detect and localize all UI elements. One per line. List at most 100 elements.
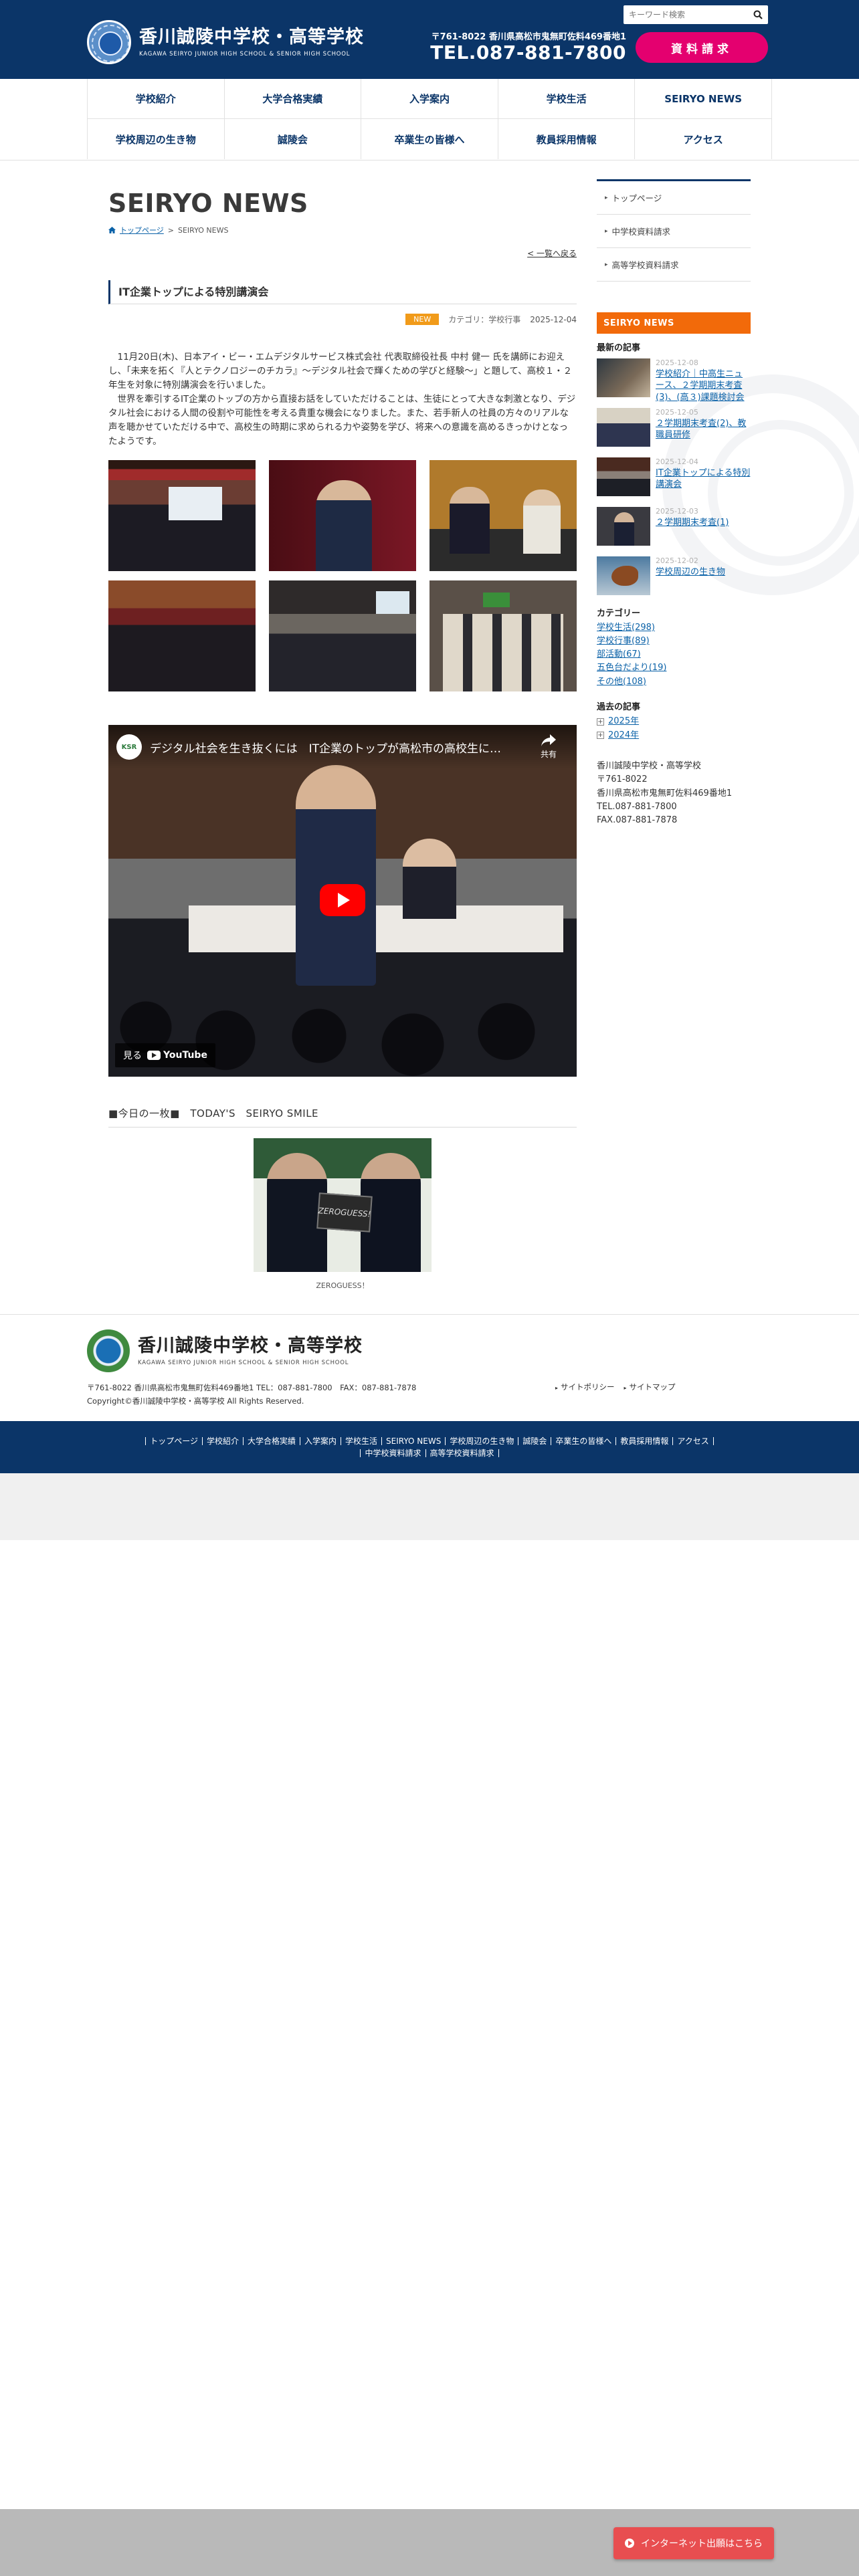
nav-item-alumni[interactable]: 卒業生の皆様へ: [361, 119, 498, 159]
sidebar-news-header: SEIRYO NEWS: [597, 312, 751, 334]
recent-article-link[interactable]: 学校紹介｜中高生ニュース、２学期期末考査(3)、(高３)課題検討会: [656, 368, 751, 404]
nav-item-school-life[interactable]: 学校生活: [497, 79, 635, 118]
recent-article-date: 2025-12-02: [656, 556, 698, 565]
category-label: カテゴリー: [597, 609, 641, 619]
recent-article-link[interactable]: 学校周辺の生き物: [656, 566, 725, 578]
footer-nav-item[interactable]: 中学校資料請求: [360, 1449, 425, 1457]
gallery-photo[interactable]: [269, 580, 416, 692]
article-thumbnail[interactable]: [597, 457, 650, 496]
search-input[interactable]: [624, 6, 748, 23]
footer-nav-item[interactable]: 卒業生の皆様へ: [551, 1437, 615, 1445]
todays-smile-photo[interactable]: ZEROGUESS!: [254, 1138, 432, 1273]
archive-link[interactable]: 2025年: [608, 715, 639, 729]
article-date: 2025-12-04: [530, 314, 577, 324]
breadcrumb-separator: >: [167, 225, 174, 235]
footer-nav-item[interactable]: アクセス: [672, 1437, 714, 1445]
expand-icon[interactable]: +: [597, 718, 604, 726]
archive-list: + 2025年 + 2024年: [597, 715, 751, 743]
gallery-photo[interactable]: [430, 580, 577, 692]
expand-icon[interactable]: +: [597, 732, 604, 740]
online-application-button[interactable]: インターネット出願はこちら: [613, 2527, 774, 2559]
article-thumbnail[interactable]: [597, 556, 650, 595]
footer-nav-item[interactable]: 誠陵会: [518, 1437, 551, 1445]
back-to-list-link[interactable]: < 一覧へ戻る: [527, 249, 577, 258]
category-link[interactable]: 五色台だより(19): [597, 661, 751, 675]
youtube-video-player[interactable]: KSR デジタル社会を生き抜くには IT企業のトップが高松市の高校生に… 共有 …: [108, 725, 577, 1077]
gallery-photo[interactable]: [108, 580, 256, 692]
footer-nav-item[interactable]: 大学合格実績: [242, 1437, 300, 1445]
category-link[interactable]: 学校生活(298): [597, 621, 751, 635]
article-meta: NEW カテゴリ：学校行事 2025-12-04: [108, 314, 577, 325]
gallery-photo[interactable]: [269, 460, 416, 572]
list-item[interactable]: 2025-12-05 ２学期期末考査(2)、教職員研修: [597, 408, 751, 448]
recent-article-link[interactable]: IT企業トップによる特別講演会: [656, 467, 751, 491]
footer-nav-item[interactable]: トップページ: [145, 1437, 202, 1445]
watch-on-label: 見る: [123, 1051, 142, 1062]
recent-article-link[interactable]: ２学期期末考査(2)、教職員研修: [656, 418, 751, 441]
school-emblem-icon: [87, 1329, 130, 1372]
footer-nav-item[interactable]: 高等学校資料請求: [425, 1449, 499, 1457]
gallery-photo[interactable]: [430, 460, 577, 572]
nav-item-local-wildlife[interactable]: 学校周辺の生き物: [87, 119, 224, 159]
list-item[interactable]: 2025-12-03 ２学期期末考査(1): [597, 507, 751, 547]
youtube-icon: [147, 1051, 161, 1061]
sidebar-address: 香川誠陵中学校・高等学校 〒761-8022 香川県高松市鬼無町佐料469番地1…: [597, 760, 751, 827]
breadcrumb-home-link[interactable]: トップページ: [120, 225, 164, 235]
article-category: カテゴリ：学校行事: [448, 315, 521, 324]
article-thumbnail[interactable]: [597, 507, 650, 546]
article-thumbnail[interactable]: [597, 358, 650, 397]
site-header: 香川誠陵中学校・高等学校 KAGAWA SEIRYO JUNIOR HIGH S…: [0, 0, 859, 79]
sidebar-link-senior-materials[interactable]: 高等学校資料請求: [597, 248, 751, 282]
footer-nav-item[interactable]: 学校生活: [341, 1437, 381, 1445]
breadcrumb-current: SEIRYO NEWS: [178, 225, 229, 235]
list-item[interactable]: 2025-12-08 学校紹介｜中高生ニュース、２学期期末考査(3)、(高３)課…: [597, 358, 751, 403]
category-link[interactable]: その他(108): [597, 675, 751, 689]
breadcrumb: トップページ > SEIRYO NEWS: [108, 225, 577, 235]
video-title[interactable]: デジタル社会を生き抜くには IT企業のトップが高松市の高校生に…: [150, 739, 529, 756]
watch-on-youtube-button[interactable]: 見る YouTube: [115, 1043, 215, 1068]
request-materials-button[interactable]: 資料請求: [636, 32, 768, 63]
new-badge: NEW: [405, 314, 440, 325]
archive-link[interactable]: 2024年: [608, 729, 639, 743]
sidebar-link-top[interactable]: トップページ: [597, 181, 751, 215]
nav-item-seiryokai[interactable]: 誠陵会: [223, 119, 361, 159]
footer-info: 香川誠陵中学校・高等学校 KAGAWA SEIRYO JUNIOR HIGH S…: [0, 1314, 859, 1421]
nav-item-recruitment[interactable]: 教員採用情報: [497, 119, 635, 159]
nav-item-seiryo-news[interactable]: SEIRYO NEWS: [634, 79, 772, 118]
nav-item-access[interactable]: アクセス: [634, 119, 772, 159]
article-body: 11月20日(木)、日本アイ・ビー・エムデジタルサービス株式会社 代表取締役社長…: [108, 350, 577, 448]
footer-nav-item[interactable]: 学校周辺の生き物: [445, 1437, 518, 1445]
category-link[interactable]: 学校行事(89): [597, 635, 751, 648]
recent-article-link[interactable]: ２学期期末考査(1): [656, 517, 729, 529]
site-policy-link[interactable]: サイトポリシー: [555, 1382, 615, 1392]
play-button[interactable]: [320, 884, 365, 917]
archive-item: + 2024年: [597, 729, 751, 743]
youtube-wordmark: YouTube: [163, 1050, 207, 1061]
footer-nav-item[interactable]: 入学案内: [300, 1437, 341, 1445]
footer-nav-item[interactable]: SEIRYO NEWS: [381, 1437, 445, 1445]
site-logo[interactable]: 香川誠陵中学校・高等学校 KAGAWA SEIRYO JUNIOR HIGH S…: [87, 20, 364, 64]
footer-nav-item[interactable]: 学校紹介: [201, 1437, 243, 1445]
channel-avatar[interactable]: KSR: [116, 734, 142, 760]
todays-smile-heading: ■今日の一枚■ TODAY'S SEIRYO SMILE: [108, 1106, 577, 1128]
category-link[interactable]: 部活動(67): [597, 648, 751, 661]
main-content: SEIRYO NEWS トップページ > SEIRYO NEWS < 一覧へ戻る…: [108, 160, 577, 1291]
gallery-photo[interactable]: [108, 460, 256, 572]
share-button[interactable]: 共有: [529, 734, 569, 760]
share-icon: [541, 734, 556, 747]
list-item[interactable]: 2025-12-02 学校周辺の生き物: [597, 556, 751, 597]
online-application-label: インターネット出願はこちら: [641, 2539, 763, 2549]
nav-item-school-intro[interactable]: 学校紹介: [87, 79, 224, 118]
footer-nav-item[interactable]: 教員採用情報: [615, 1437, 672, 1445]
sidebar-link-junior-materials[interactable]: 中学校資料請求: [597, 215, 751, 248]
article-thumbnail[interactable]: [597, 408, 650, 447]
nav-item-admissions[interactable]: 入学案内: [361, 79, 498, 118]
copyright: Copyright©香川誠陵中学校・高等学校 All Rights Reserv…: [87, 1396, 304, 1406]
article-title: IT企業トップによる特別講演会: [108, 280, 577, 304]
footer-logo[interactable]: 香川誠陵中学校・高等学校 KAGAWA SEIRYO JUNIOR HIGH S…: [87, 1329, 363, 1372]
nav-item-university-results[interactable]: 大学合格実績: [223, 79, 361, 118]
photo-gallery: [108, 460, 577, 692]
search-button[interactable]: [748, 6, 768, 23]
list-item[interactable]: 2025-12-04 IT企業トップによる特別講演会: [597, 457, 751, 498]
sitemap-link[interactable]: サイトマップ: [624, 1382, 676, 1392]
